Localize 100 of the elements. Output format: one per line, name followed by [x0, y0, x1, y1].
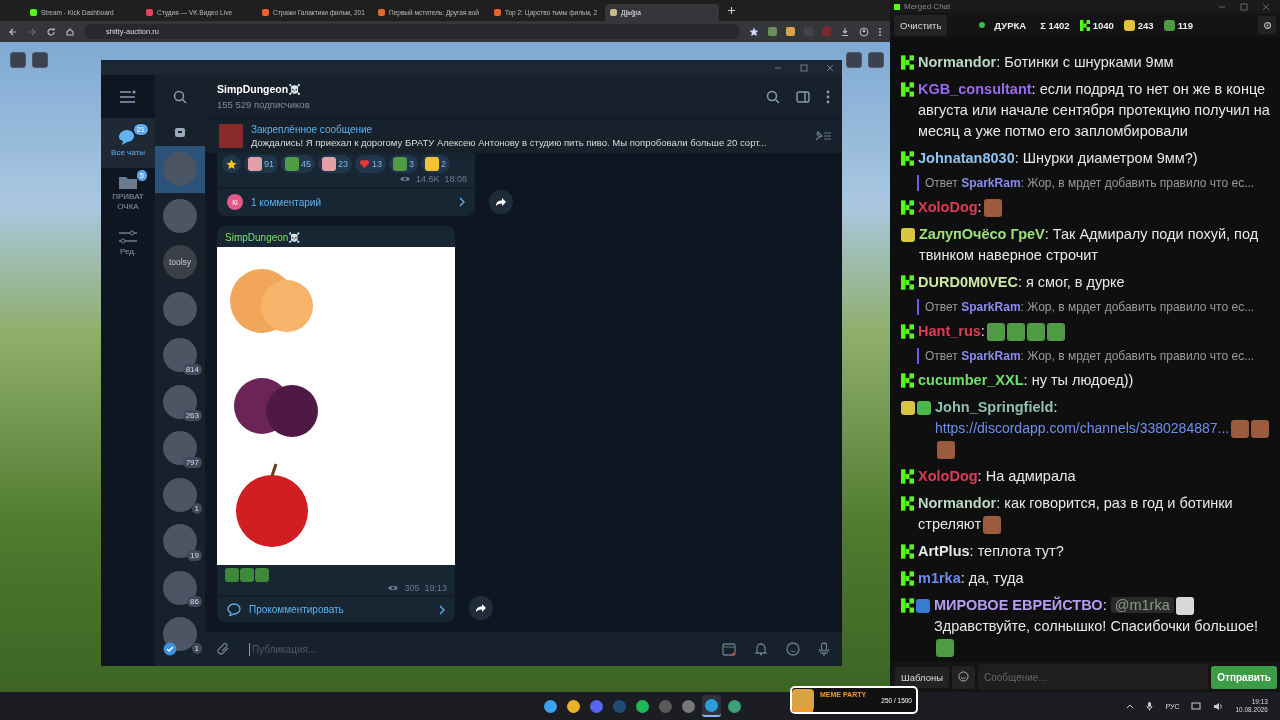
emoji-icon [425, 157, 440, 171]
badge-icon [901, 400, 915, 415]
sidebar-icon[interactable] [796, 90, 810, 103]
emoji-icon [248, 157, 262, 171]
panel-icon[interactable] [10, 52, 26, 68]
subscriber-count: 155 529 подписчиков [217, 99, 311, 110]
emote-icon [986, 323, 1005, 342]
search-icon[interactable] [766, 89, 780, 104]
unread-badge: 814 [182, 363, 202, 375]
calendar-icon[interactable] [722, 642, 736, 656]
chevron-right-icon [439, 604, 445, 615]
platform-icon [901, 469, 914, 484]
platform-icon [901, 324, 914, 339]
taskbar-app-icon[interactable] [702, 695, 721, 717]
platform-icon [901, 598, 914, 613]
close-icon[interactable] [1262, 2, 1270, 11]
reload-icon[interactable] [46, 26, 56, 37]
pin-list-icon[interactable] [814, 130, 832, 142]
reaction[interactable]: 3 [389, 155, 419, 173]
help-icon[interactable] [868, 52, 884, 68]
link[interactable]: https://discordapp.com/channels/3380284887... [935, 420, 1230, 436]
share-button[interactable] [489, 190, 513, 214]
chevron-up-icon[interactable] [1126, 703, 1135, 709]
download-icon[interactable] [840, 26, 850, 37]
chat-message: DURD0M0VEC: я смог, в дурке [918, 273, 1126, 292]
avatar [163, 617, 197, 652]
chat-item[interactable]: 1 [155, 611, 205, 658]
microphone-icon[interactable] [1146, 701, 1154, 711]
unread-badge: 86 [187, 596, 202, 607]
more-icon[interactable] [826, 89, 830, 104]
message-input[interactable]: Публикация... [249, 642, 704, 656]
reaction[interactable] [222, 155, 241, 173]
verified-icon [163, 641, 177, 656]
avatar [163, 477, 197, 512]
chat-item[interactable]: 1 [155, 471, 205, 518]
close-icon[interactable] [826, 63, 834, 72]
attach-icon[interactable] [217, 642, 231, 656]
new-tab-icon[interactable] [727, 6, 736, 15]
chat-message: Hant_rus: [918, 321, 1272, 342]
reaction[interactable]: 91 [244, 155, 278, 173]
comments-link[interactable]: Прокомментировать [217, 596, 455, 622]
share-button[interactable] [469, 596, 493, 620]
star-icon[interactable] [749, 26, 759, 37]
chat-message: Johnatan8030: Шнурки диаметром 9мм?) [918, 149, 1199, 168]
chat-message: XoloDog: На адмирала [918, 467, 1077, 486]
reaction[interactable]: 2 [421, 155, 451, 173]
favicon-icon [262, 9, 269, 16]
settings-button[interactable] [1258, 16, 1276, 34]
templates-button[interactable]: Шаблоны [895, 666, 949, 688]
chat-item[interactable]: toolsy [155, 239, 205, 286]
monitor-icon[interactable] [1191, 701, 1202, 711]
unread-badge: 263 [182, 410, 202, 421]
platform-icon [901, 275, 914, 290]
clear-button[interactable]: Очистить [894, 14, 948, 36]
speaker-icon[interactable] [1213, 701, 1224, 711]
sliders-icon [118, 229, 138, 245]
avatar [163, 524, 197, 559]
favicon-icon [610, 9, 617, 16]
emote-icon [983, 199, 1002, 218]
maximize-icon[interactable] [1240, 2, 1248, 11]
home-icon[interactable] [65, 26, 75, 37]
platform-icon [901, 200, 914, 215]
bell-icon[interactable] [754, 642, 768, 656]
reaction[interactable]: 45 [281, 155, 316, 173]
message-input-bar[interactable]: Публикация... [205, 632, 842, 666]
pinned-message-bar[interactable]: Закреплённое сообщение Дождались! Я приехал к дорогому БРАТУ Алексею Антонову в студию пить пиво. Мы попробовали больше 20 сорт... [205, 118, 842, 153]
profile-icon[interactable] [859, 26, 869, 37]
save-icon[interactable] [32, 52, 48, 68]
settings-icon[interactable] [846, 52, 862, 68]
search-icon[interactable] [173, 89, 187, 104]
chat-item[interactable]: 814 [155, 332, 205, 379]
chat-item[interactable]: 19 [155, 518, 205, 565]
unread-badge: 1 [191, 642, 202, 654]
chat-message: m1rka: да, туда [918, 569, 1025, 588]
emote-icon [1163, 19, 1175, 31]
maximize-icon[interactable] [800, 63, 808, 72]
favicon-icon [494, 9, 501, 16]
mention[interactable]: @m1rka [1110, 597, 1174, 613]
chat-item[interactable]: 797 [155, 425, 205, 472]
folder-icon [118, 174, 138, 190]
emoji-icon[interactable] [786, 642, 800, 656]
menu-icon[interactable] [119, 89, 137, 104]
emoji-button[interactable] [952, 665, 975, 689]
emoji-icon [285, 157, 299, 171]
chat-item[interactable]: 263 [155, 378, 205, 425]
platform-icon [901, 571, 914, 586]
unread-badge: 1 [191, 503, 202, 514]
message-input[interactable]: Сообщение... [978, 664, 1209, 690]
reaction[interactable]: 13 [355, 155, 387, 173]
emote-icon [1046, 323, 1065, 342]
folder-label: Все чаты [110, 148, 146, 158]
chat-item[interactable]: 86 [155, 564, 205, 611]
menu-icon[interactable] [878, 26, 882, 37]
settings-icon [1262, 20, 1272, 30]
folder-tab[interactable]: Ред. [101, 218, 155, 268]
comment-icon [227, 603, 241, 616]
back-icon[interactable] [8, 26, 18, 37]
eye-icon [387, 584, 400, 592]
reaction[interactable]: 23 [318, 155, 353, 173]
platform-icon [901, 151, 914, 166]
